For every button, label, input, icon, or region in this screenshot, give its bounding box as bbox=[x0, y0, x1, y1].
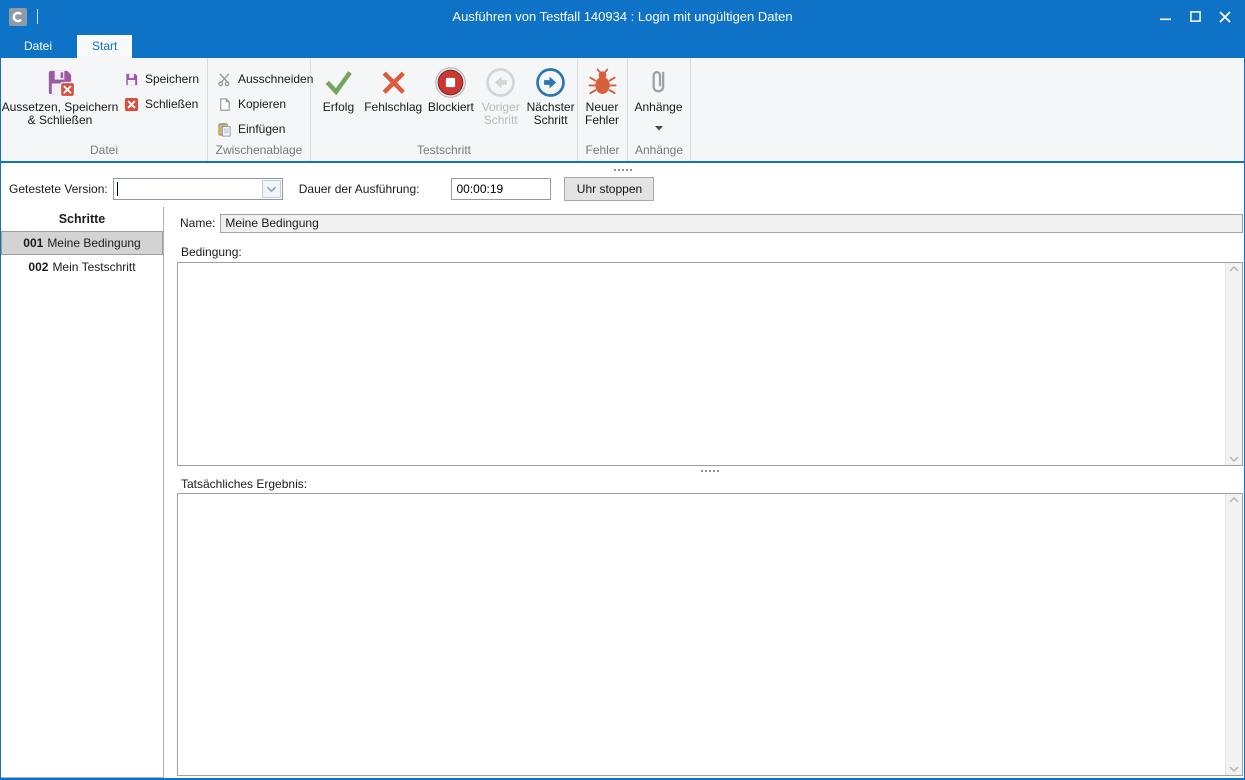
app-window: Ausführen von Testfall 140934 : Login mi… bbox=[0, 0, 1245, 780]
group-label-fehler: Fehler bbox=[578, 142, 627, 161]
window-title: Ausführen von Testfall 140934 : Login mi… bbox=[1, 9, 1244, 24]
voriger-schritt-button: Voriger Schritt bbox=[477, 58, 524, 142]
kopieren-button[interactable]: Kopieren bbox=[212, 92, 321, 117]
stop-clock-button[interactable]: Uhr stoppen bbox=[564, 177, 654, 201]
tab-datei[interactable]: Datei bbox=[9, 35, 67, 58]
step-list-item[interactable]: 002 Mein Testschritt bbox=[1, 255, 163, 279]
actual-result-textarea-wrap bbox=[177, 493, 1243, 776]
content-area: Getestete Version: Dauer der Ausführung:… bbox=[1, 163, 1244, 778]
steps-sidebar: Schritte 001 Meine Bedingung 002 Mein Test… bbox=[1, 207, 164, 778]
group-label-zwischenablage: Zwischenablage bbox=[208, 142, 310, 161]
text-cursor bbox=[117, 182, 118, 196]
chevron-down-icon bbox=[266, 186, 277, 193]
condition-label: Bedingung: bbox=[181, 245, 1243, 259]
chevron-down-icon bbox=[655, 120, 663, 134]
ausschneiden-button[interactable]: Ausschneiden bbox=[212, 67, 321, 92]
scroll-up-icon bbox=[1229, 266, 1239, 272]
button-label: Schritt bbox=[534, 114, 568, 127]
paperclip-icon bbox=[643, 63, 674, 101]
button-label: Schritt bbox=[484, 114, 518, 127]
scroll-down-icon bbox=[1229, 766, 1239, 772]
save-close-icon bbox=[44, 63, 75, 101]
button-label: Fehlschlag bbox=[364, 101, 422, 114]
group-label-anhaenge: Anhänge bbox=[628, 142, 690, 161]
condition-textarea[interactable] bbox=[178, 263, 1225, 465]
paste-icon bbox=[216, 122, 233, 137]
erfolg-button[interactable]: Erfolg bbox=[315, 58, 362, 142]
version-label: Getestete Version: bbox=[9, 182, 108, 196]
group-label-datei: Datei bbox=[1, 142, 207, 161]
bug-icon bbox=[587, 63, 618, 101]
maximize-button[interactable] bbox=[1180, 3, 1210, 31]
neuer-fehler-button[interactable]: Neuer Fehler bbox=[578, 58, 626, 142]
combobox-dropdown-button[interactable] bbox=[262, 180, 281, 198]
version-combobox[interactable] bbox=[113, 178, 283, 200]
arrow-left-circle-icon bbox=[484, 63, 517, 101]
button-label: Schließen bbox=[145, 98, 198, 111]
schliessen-button[interactable]: Schließen bbox=[119, 92, 207, 117]
ribbon-empty-space bbox=[691, 58, 1244, 161]
einfuegen-button[interactable]: Einfügen bbox=[212, 117, 321, 142]
duration-label: Dauer der Ausführung: bbox=[299, 182, 420, 196]
button-label: Fehler bbox=[585, 114, 619, 127]
name-row: Name: bbox=[177, 213, 1243, 233]
ribbon-group-datei: Aussetzen, Speichern & Schließen Speiche… bbox=[1, 58, 208, 161]
button-label: & Schließen bbox=[28, 114, 93, 127]
ribbon-group-anhaenge: Anhänge Anhänge bbox=[628, 58, 691, 161]
vertical-scrollbar[interactable] bbox=[1225, 494, 1242, 775]
scroll-up-icon bbox=[1229, 497, 1239, 503]
step-list-item[interactable]: 001 Meine Bedingung bbox=[1, 231, 163, 255]
vertical-scrollbar[interactable] bbox=[1225, 263, 1242, 465]
tab-start[interactable]: Start bbox=[77, 35, 132, 58]
ribbon: Aussetzen, Speichern & Schließen Speiche… bbox=[1, 58, 1244, 163]
stop-icon bbox=[434, 63, 467, 101]
ribbon-group-zwischenablage: Ausschneiden Kopieren Einfügen bbox=[208, 58, 311, 161]
body-row: Schritte 001 Meine Bedingung 002 Mein Test… bbox=[1, 207, 1244, 778]
anhaenge-button[interactable]: Anhänge bbox=[628, 58, 689, 142]
step-detail-panel: Name: Bedingung: Tatsächliches Ergebnis: bbox=[177, 207, 1243, 778]
copy-icon bbox=[216, 97, 233, 112]
x-icon bbox=[378, 63, 409, 101]
name-label: Name: bbox=[180, 216, 215, 230]
execution-toolbar: Getestete Version: Dauer der Ausführung:… bbox=[9, 177, 1244, 201]
scissors-icon bbox=[216, 72, 233, 87]
steps-header: Schritte bbox=[1, 207, 163, 231]
group-label-testschritt: Testschritt bbox=[311, 142, 577, 161]
button-label: Erfolg bbox=[323, 101, 354, 114]
aussetzen-speichern-schliessen-button[interactable]: Aussetzen, Speichern & Schließen bbox=[1, 58, 119, 142]
condition-textarea-wrap bbox=[177, 262, 1243, 466]
actual-result-label: Tatsächliches Ergebnis: bbox=[181, 477, 1243, 491]
step-number: 002 bbox=[28, 260, 48, 274]
step-number: 001 bbox=[23, 236, 43, 250]
minimize-button[interactable] bbox=[1150, 3, 1180, 31]
step-label: Mein Testschritt bbox=[52, 260, 135, 274]
actual-result-textarea[interactable] bbox=[178, 494, 1225, 775]
panel-splitter-grip[interactable] bbox=[177, 466, 1243, 475]
naechster-schritt-button[interactable]: Nächster Schritt bbox=[524, 58, 577, 142]
speichern-button[interactable]: Speichern bbox=[119, 67, 207, 92]
button-label: Blockiert bbox=[428, 101, 474, 114]
step-label: Meine Bedingung bbox=[47, 236, 140, 250]
ribbon-group-fehler: Neuer Fehler Fehler bbox=[578, 58, 628, 161]
close-red-icon bbox=[123, 97, 140, 112]
window-controls bbox=[1150, 0, 1244, 33]
button-label: Anhänge bbox=[634, 101, 682, 114]
ribbon-group-testschritt: Erfolg Fehlschlag Blockiert bbox=[311, 58, 578, 161]
check-icon bbox=[323, 63, 354, 101]
ribbon-tab-row: Datei Start bbox=[1, 33, 1244, 58]
button-label: Ausschneiden bbox=[238, 73, 313, 86]
ribbon-splitter-grip[interactable] bbox=[1, 165, 1244, 175]
name-field[interactable] bbox=[220, 214, 1243, 233]
save-icon bbox=[123, 72, 140, 87]
blockiert-button[interactable]: Blockiert bbox=[424, 58, 477, 142]
fehlschlag-button[interactable]: Fehlschlag bbox=[362, 58, 425, 142]
titlebar: Ausführen von Testfall 140934 : Login mi… bbox=[1, 0, 1244, 33]
scroll-down-icon bbox=[1229, 456, 1239, 462]
button-label: Speichern bbox=[145, 73, 199, 86]
button-label: Kopieren bbox=[238, 98, 286, 111]
button-label: Einfügen bbox=[238, 123, 285, 136]
duration-field[interactable] bbox=[451, 178, 551, 200]
arrow-right-circle-icon bbox=[534, 63, 567, 101]
close-button[interactable] bbox=[1210, 3, 1240, 31]
